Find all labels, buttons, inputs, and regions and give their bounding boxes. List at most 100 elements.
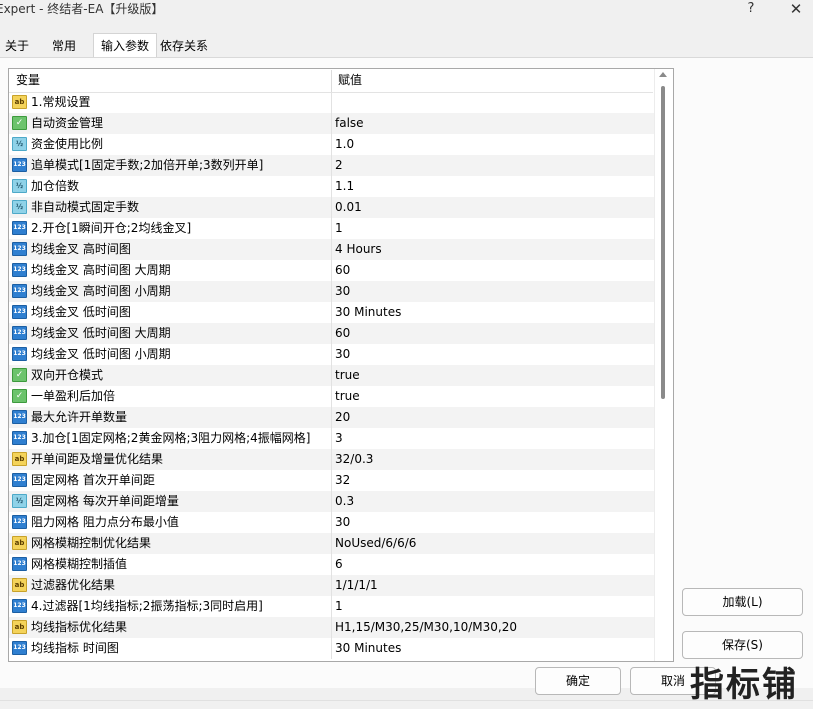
column-divider[interactable] [331, 70, 332, 92]
variable-name: 均线金叉 低时间图 [31, 305, 131, 319]
value-cell[interactable]: 1.1 [335, 176, 354, 197]
table-row[interactable]: ½ 加仓倍数 1.1 [9, 176, 654, 197]
table-row[interactable]: 123 均线金叉 低时间图 30 Minutes [9, 302, 654, 323]
table-row[interactable]: 123 4.过滤器[1均线指标;2振荡指标;3同时启用] 1 [9, 596, 654, 617]
value-cell[interactable]: 0.01 [335, 197, 362, 218]
table-row[interactable]: 123 2.开仓[1瞬间开仓;2均线金叉] 1 [9, 218, 654, 239]
value-cell[interactable]: 30 [335, 281, 350, 302]
cell-divider [331, 533, 332, 554]
bool-icon: ✓ [12, 368, 27, 382]
cell-divider [331, 197, 332, 218]
table-row[interactable]: ab 网格模糊控制优化结果 NoUsed/6/6/6 [9, 533, 654, 554]
cell-divider [331, 554, 332, 575]
cell-divider [331, 176, 332, 197]
table-row[interactable]: ✓ 双向开仓模式 true [9, 365, 654, 386]
int-icon: 123 [12, 158, 27, 172]
int-icon: 123 [12, 305, 27, 319]
variable-name: 固定网格 首次开单间距 [31, 473, 155, 487]
table-row[interactable]: ½ 资金使用比例 1.0 [9, 134, 654, 155]
variable-name: 均线金叉 高时间图 小周期 [31, 284, 171, 298]
table-row[interactable]: 123 网格模糊控制插值 6 [9, 554, 654, 575]
table-row[interactable]: ab 均线指标优化结果 H1,15/M30,25/M30,10/M30,20 [9, 617, 654, 638]
scroll-up-arrow-icon[interactable] [659, 72, 667, 77]
help-button[interactable]: ? [738, 0, 764, 18]
table-row[interactable]: 123 均线金叉 高时间图 小周期 30 [9, 281, 654, 302]
variable-name: 网格模糊控制插值 [31, 557, 128, 571]
value-cell[interactable]: 1.0 [335, 134, 354, 155]
cell-divider [331, 575, 332, 596]
int-icon: 123 [12, 410, 27, 424]
cell-divider [331, 428, 332, 449]
table-row[interactable]: 123 3.加仓[1固定网格;2黄金网格;3阻力网格;4振幅网格] 3 [9, 428, 654, 449]
value-cell[interactable]: 60 [335, 260, 350, 281]
save-button[interactable]: 保存(S) [682, 631, 803, 659]
tab-about[interactable]: 关于 [5, 35, 29, 57]
tab-dependencies[interactable]: 依存关系 [160, 35, 208, 57]
value-cell[interactable]: 3 [335, 428, 343, 449]
value-cell[interactable]: 4 Hours [335, 239, 382, 260]
table-row[interactable]: 123 最大允许开单数量 20 [9, 407, 654, 428]
variable-name: 均线金叉 低时间图 小周期 [31, 347, 171, 361]
cell-divider [331, 617, 332, 638]
table-row[interactable]: ab 过滤器优化结果 1/1/1/1 [9, 575, 654, 596]
table-row[interactable]: 123 均线金叉 高时间图 大周期 60 [9, 260, 654, 281]
load-button[interactable]: 加载(L) [682, 588, 803, 616]
scrollbar-thumb[interactable] [661, 86, 665, 399]
value-cell[interactable]: 30 Minutes [335, 638, 401, 659]
cell-divider [331, 155, 332, 176]
variable-name: 2.开仓[1瞬间开仓;2均线金叉] [31, 221, 192, 235]
cell-divider [331, 344, 332, 365]
cell-divider [331, 449, 332, 470]
variable-name: 1.常规设置 [31, 95, 91, 109]
variable-name: 均线指标 时间图 [31, 641, 119, 655]
value-cell[interactable]: false [335, 113, 364, 134]
value-cell[interactable]: 30 [335, 512, 350, 533]
close-button[interactable]: ✕ [782, 0, 810, 18]
table-row[interactable]: ½ 非自动模式固定手数 0.01 [9, 197, 654, 218]
table-row[interactable]: 123 追单模式[1固定手数;2加倍开单;3数列开单] 2 [9, 155, 654, 176]
int-icon: 123 [12, 347, 27, 361]
value-cell[interactable]: 6 [335, 554, 343, 575]
int-icon: 123 [12, 284, 27, 298]
column-header-value[interactable]: 赋值 [338, 69, 362, 92]
string-icon: ab [12, 578, 27, 592]
variable-name: 4.过滤器[1均线指标;2振荡指标;3同时启用] [31, 599, 263, 613]
value-cell[interactable]: 0.3 [335, 491, 354, 512]
cell-divider [331, 491, 332, 512]
cell-divider [331, 302, 332, 323]
table-row[interactable]: 123 均线金叉 高时间图 4 Hours [9, 239, 654, 260]
table-row[interactable]: ab 1.常规设置 [9, 92, 654, 113]
value-cell[interactable]: 60 [335, 323, 350, 344]
ok-button[interactable]: 确定 [535, 667, 621, 695]
value-cell[interactable]: 20 [335, 407, 350, 428]
variable-name: 开单间距及增量优化结果 [31, 452, 164, 466]
tab-inputs[interactable]: 输入参数 [93, 33, 158, 58]
tab-common[interactable]: 常用 [52, 35, 76, 57]
value-cell[interactable]: true [335, 386, 360, 407]
table-row[interactable]: ab 开单间距及增量优化结果 32/0.3 [9, 449, 654, 470]
table-row[interactable]: ½ 固定网格 每次开单间距增量 0.3 [9, 491, 654, 512]
value-cell[interactable]: 32 [335, 470, 350, 491]
value-cell[interactable]: 1 [335, 218, 343, 239]
value-cell[interactable]: true [335, 365, 360, 386]
bool-icon: ✓ [12, 116, 27, 130]
vertical-scrollbar[interactable] [654, 69, 673, 661]
value-cell[interactable]: H1,15/M30,25/M30,10/M30,20 [335, 617, 517, 638]
table-row[interactable]: 123 均线金叉 低时间图 小周期 30 [9, 344, 654, 365]
value-cell[interactable]: 1/1/1/1 [335, 575, 378, 596]
value-cell[interactable]: 32/0.3 [335, 449, 373, 470]
value-cell[interactable]: 30 [335, 344, 350, 365]
table-row[interactable]: 123 均线指标 时间图 30 Minutes [9, 638, 654, 659]
value-cell[interactable]: 2 [335, 155, 343, 176]
table-row[interactable]: ✓ 一单盈利后加倍 true [9, 386, 654, 407]
cell-divider [331, 260, 332, 281]
inputs-grid[interactable]: 变量 赋值 ab 1.常规设置 ✓ 自动资金管理 false ½ 资金使用比例 1.0 123 追… [8, 68, 674, 662]
table-row[interactable]: ✓ 自动资金管理 false [9, 113, 654, 134]
value-cell[interactable]: 1 [335, 596, 343, 617]
table-row[interactable]: 123 阻力网格 阻力点分布最小值 30 [9, 512, 654, 533]
value-cell[interactable]: NoUsed/6/6/6 [335, 533, 416, 554]
table-row[interactable]: 123 均线金叉 低时间图 大周期 60 [9, 323, 654, 344]
table-row[interactable]: 123 固定网格 首次开单间距 32 [9, 470, 654, 491]
column-header-variable[interactable]: 变量 [16, 69, 40, 92]
value-cell[interactable]: 30 Minutes [335, 302, 401, 323]
